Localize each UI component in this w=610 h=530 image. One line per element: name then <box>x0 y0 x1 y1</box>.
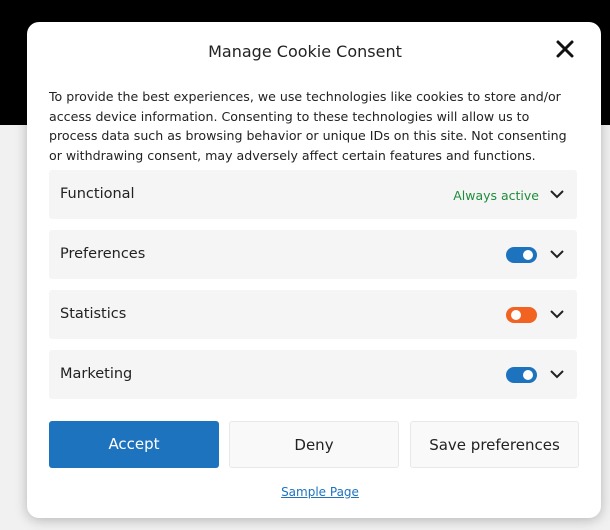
deny-button[interactable]: Deny <box>229 421 399 468</box>
save-preferences-button[interactable]: Save preferences <box>410 421 579 468</box>
consent-description: To provide the best experiences, we use … <box>49 89 567 163</box>
modal-title: Manage Cookie Consent <box>208 42 402 61</box>
category-marketing[interactable]: Marketing <box>49 350 577 399</box>
category-label: Preferences <box>60 246 146 262</box>
chevron-down-icon[interactable] <box>549 186 565 202</box>
accept-button[interactable]: Accept <box>49 421 219 468</box>
marketing-toggle[interactable] <box>506 367 537 383</box>
always-active-label: Always active <box>453 188 539 203</box>
toggle-knob <box>523 250 533 260</box>
close-icon <box>556 40 574 58</box>
chevron-down-icon[interactable] <box>549 306 565 322</box>
cookie-consent-modal: Manage Cookie Consent To provide the bes… <box>27 22 601 518</box>
category-functional[interactable]: Functional Always active <box>49 170 577 219</box>
category-label: Statistics <box>60 306 127 322</box>
chevron-down-icon[interactable] <box>549 366 565 382</box>
statistics-toggle[interactable] <box>506 307 537 323</box>
category-label: Marketing <box>60 366 133 382</box>
category-preferences[interactable]: Preferences <box>49 230 577 279</box>
category-label: Functional <box>60 186 135 202</box>
sample-page-link[interactable]: Sample Page <box>27 485 610 499</box>
category-statistics[interactable]: Statistics <box>49 290 577 339</box>
toggle-knob <box>523 370 533 380</box>
preferences-toggle[interactable] <box>506 247 537 263</box>
chevron-down-icon[interactable] <box>549 246 565 262</box>
close-button[interactable] <box>553 37 577 61</box>
toggle-knob <box>511 310 521 320</box>
